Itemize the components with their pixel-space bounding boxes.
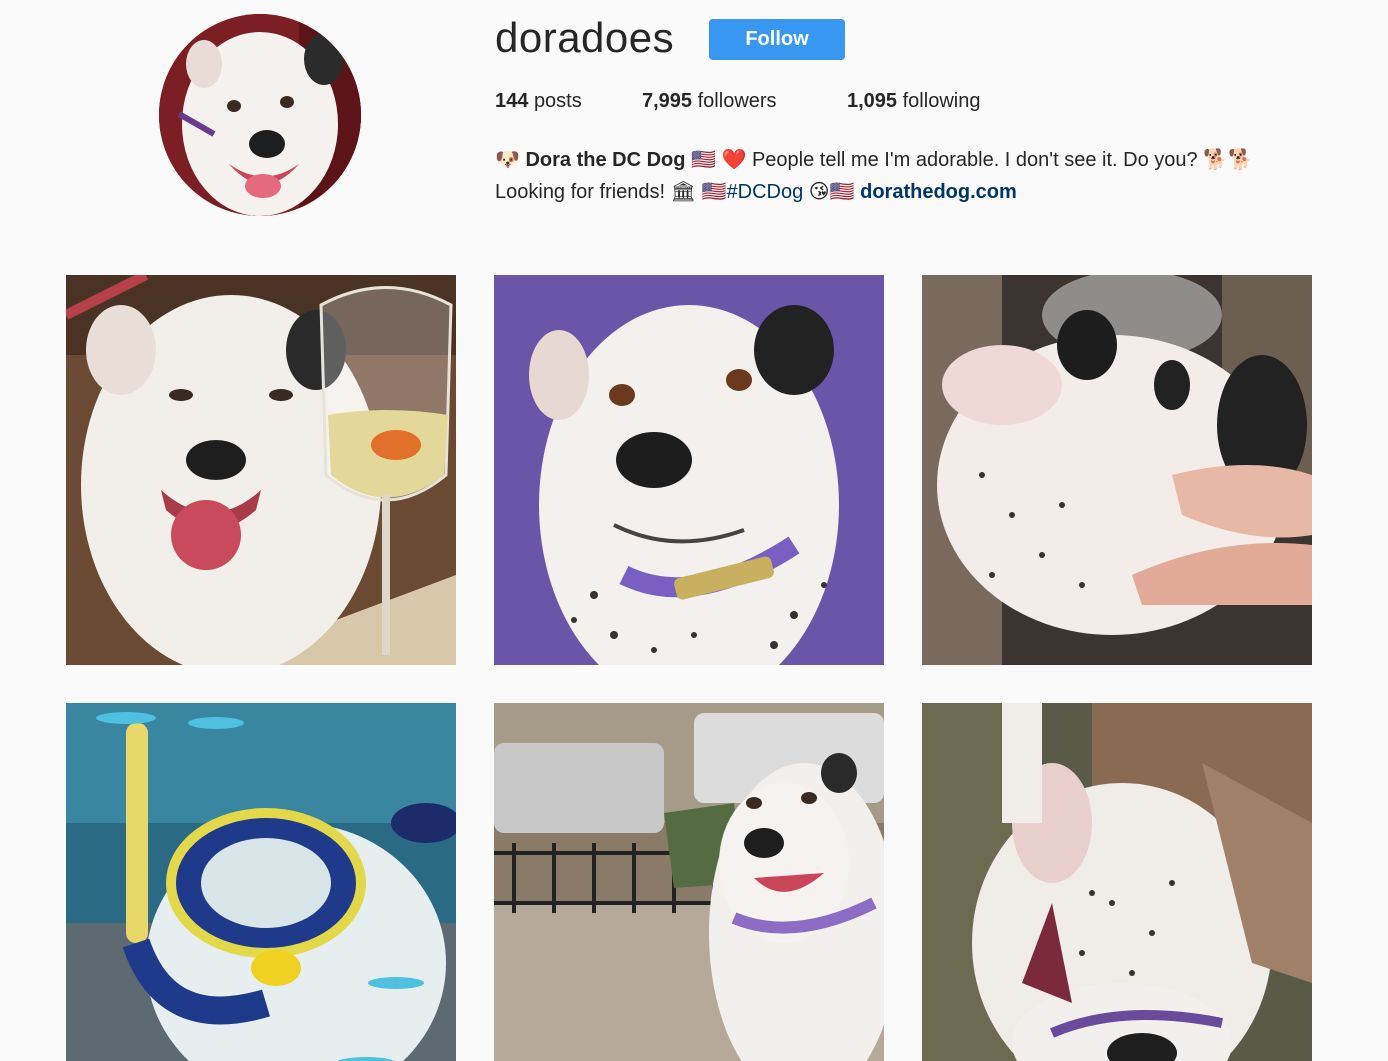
bio-line-2: Looking for friends! 🏛 🇺🇸#DCDog 😘🇺🇸 dora…: [495, 176, 1253, 208]
flag-heart-emoji-icon: 🇺🇸 ❤️: [691, 149, 747, 171]
stat-following[interactable]: 1,095 following: [847, 90, 980, 113]
dog-face-emoji-icon: 🐶: [495, 149, 520, 171]
dogs-emoji-icon: 🐕🐕: [1203, 149, 1254, 171]
profile-avatar[interactable]: [159, 14, 361, 216]
followers-label: followers: [697, 90, 777, 112]
post-tile[interactable]: [922, 703, 1312, 1061]
dog-with-wine-photo-icon: [66, 275, 456, 665]
bio-name: Dora the DC Dog: [525, 149, 686, 171]
posts-label: posts: [533, 90, 582, 112]
dog-snorkel-photo-icon: [66, 703, 456, 1061]
followers-count: 7,995: [642, 90, 693, 112]
dog-purple-wall-photo-icon: [494, 275, 884, 665]
bio-text-2: Looking for friends!: [495, 181, 666, 203]
post-tile[interactable]: [66, 275, 456, 665]
profile-page: doradoes Follow 144 posts 7,995 follower…: [0, 0, 1388, 1061]
stat-followers[interactable]: 7,995 followers: [642, 90, 777, 113]
capitol-flag-emoji-icon: 🏛 🇺🇸: [670, 181, 727, 203]
following-count: 1,095: [847, 90, 898, 112]
kiss-flag-emoji-icon: 😘🇺🇸: [808, 181, 855, 203]
dog-avatar-icon: [159, 14, 361, 216]
following-label: following: [902, 90, 981, 112]
posts-count: 144: [495, 90, 529, 112]
profile-username: doradoes: [495, 14, 675, 61]
profile-bio: 🐶 Dora the DC Dog 🇺🇸 ❤️ People tell me I…: [495, 144, 1253, 208]
stat-posts[interactable]: 144 posts: [495, 90, 582, 113]
post-tile[interactable]: [66, 703, 456, 1061]
follow-button[interactable]: Follow: [709, 19, 845, 60]
dog-belly-rub-photo-icon: [922, 275, 1312, 665]
post-tile[interactable]: [494, 703, 884, 1061]
hashtag-link[interactable]: #DCDog: [727, 181, 804, 203]
bio-text-1: People tell me I'm adorable. I don't see…: [751, 149, 1198, 171]
website-link[interactable]: dorathedog.com: [860, 181, 1017, 203]
post-tile[interactable]: [922, 275, 1312, 665]
dog-street-photo-icon: [494, 703, 884, 1061]
post-tile[interactable]: [494, 275, 884, 665]
bio-line-1: 🐶 Dora the DC Dog 🇺🇸 ❤️ People tell me I…: [495, 144, 1253, 176]
dog-upside-down-photo-icon: [922, 703, 1312, 1061]
